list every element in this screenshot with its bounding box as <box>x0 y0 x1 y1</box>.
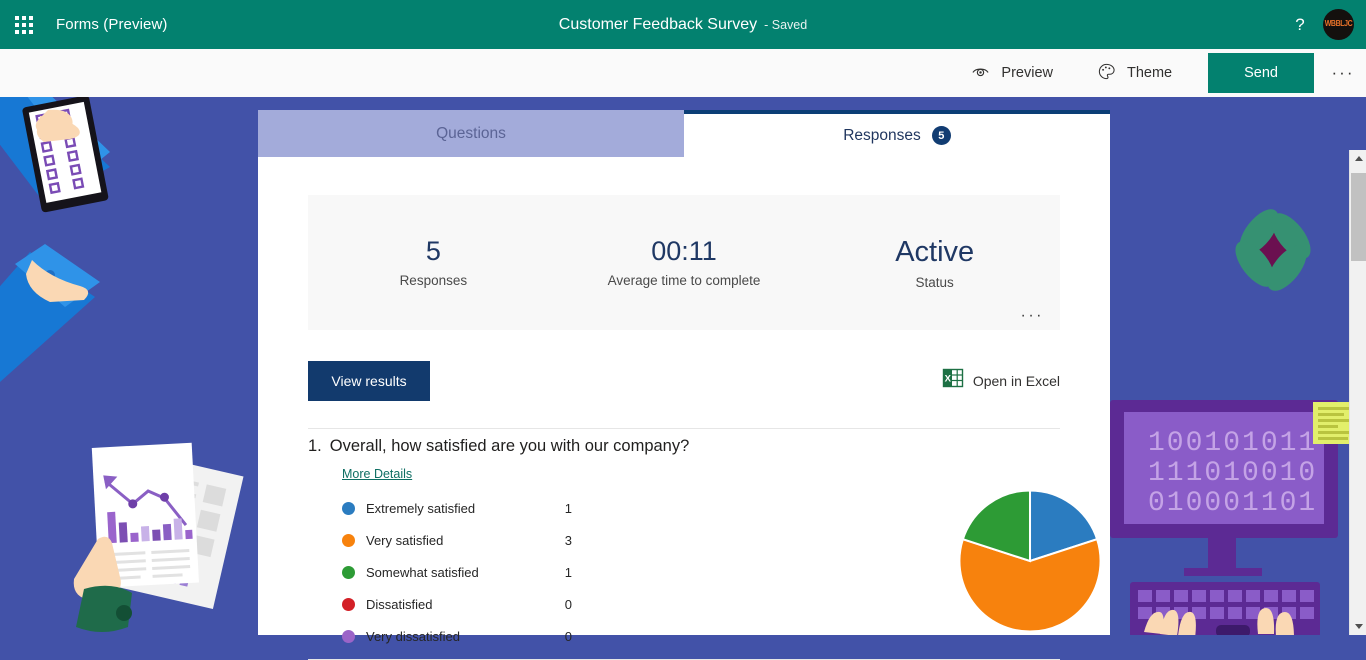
legend-label: Extremely satisfied <box>366 500 476 516</box>
more-details-link[interactable]: More Details <box>342 467 412 481</box>
legend-row: Very satisfied 3 <box>342 524 572 556</box>
legend-label: Very satisfied <box>366 532 444 548</box>
legend-color-swatch <box>342 597 355 611</box>
binary-line-2: 111010010 <box>1148 458 1317 489</box>
question-text: Overall, how satisfied are you with our … <box>329 437 690 455</box>
caret-up-icon[interactable] <box>1350 150 1366 167</box>
stat-status: Active Status <box>809 236 1060 291</box>
question-number: 1. <box>308 437 322 455</box>
legend-row: Somewhat satisfied 1 <box>342 556 572 588</box>
svg-text:X: X <box>944 373 951 384</box>
document-title-area: Customer Feedback Survey - Saved <box>0 0 1366 49</box>
document-title[interactable]: Customer Feedback Survey <box>559 16 757 34</box>
topbar-right-actions: ? WBBLJC <box>1283 0 1366 49</box>
top-app-bar: Forms (Preview) Customer Feedback Survey… <box>0 0 1366 49</box>
save-status: - Saved <box>764 17 808 32</box>
legend-count: 0 <box>564 628 572 644</box>
stats-more-options-icon[interactable]: ··· <box>1021 308 1044 324</box>
summary-stats-panel: 5 Responses 00:11 Average time to comple… <box>308 195 1060 330</box>
tab-responses[interactable]: Responses 5 <box>684 110 1110 157</box>
vertical-scrollbar[interactable] <box>1349 150 1366 635</box>
legend-color-swatch <box>342 629 355 643</box>
legend-color-swatch <box>342 501 355 515</box>
app-launcher-grid-icon[interactable] <box>0 0 48 49</box>
avatar[interactable]: WBBLJC <box>1323 9 1354 40</box>
binary-line-3: 010001101 <box>1148 488 1317 519</box>
help-icon[interactable]: ? <box>1283 8 1317 42</box>
stat-responses-value: 5 <box>425 236 441 266</box>
responses-count-badge: 5 <box>931 126 951 145</box>
open-in-excel-button[interactable]: X Open in Excel <box>942 367 1060 394</box>
legend-row: Dissatisfied 0 <box>342 588 572 620</box>
stat-responses: 5 Responses <box>308 236 559 289</box>
binary-line-1: 100101011 <box>1148 428 1317 459</box>
legend-label: Very dissatisfied <box>366 628 460 644</box>
responses-panel: 5 Responses 00:11 Average time to comple… <box>258 157 1110 660</box>
stat-responses-label: Responses <box>399 273 468 289</box>
hands-holding-tablet-checklist-illustration <box>0 97 110 382</box>
tab-questions-label: Questions <box>436 124 506 142</box>
legend-count: 3 <box>564 532 572 548</box>
divider <box>308 428 1060 429</box>
chart-legend: Extremely satisfied 1 Very satisfied 3 Somew… <box>342 492 572 652</box>
scroll-thumb[interactable] <box>1351 173 1366 261</box>
tab-responses-label: Responses <box>843 126 921 144</box>
legend-color-swatch <box>342 565 355 579</box>
potted-plant-illustration <box>1235 209 1311 291</box>
stat-average-time: 00:11 Average time to complete <box>559 236 810 289</box>
question-heading: 1. Overall, how satisfied are you with o… <box>308 437 689 456</box>
theme-label: Theme <box>1126 65 1173 81</box>
forms-content-card: Questions Responses 5 5 Responses 00:11 … <box>258 110 1110 660</box>
excel-icon: X <box>942 367 964 394</box>
tab-strip: Questions Responses 5 <box>258 110 1110 157</box>
view-results-button[interactable]: View results <box>308 361 430 401</box>
stat-average-time-value: 00:11 <box>651 236 717 266</box>
monitor-binary-code-keyboard-illustration: 100101011 111010010 010001101 <box>1110 400 1358 635</box>
pie-chart <box>958 489 1102 638</box>
command-bar: Preview Theme Send ··· <box>0 49 1366 97</box>
legend-count: 1 <box>564 564 572 580</box>
caret-down-icon[interactable] <box>1350 618 1366 635</box>
hand-holding-report-papers-illustration <box>73 442 244 632</box>
legend-count: 1 <box>564 500 572 516</box>
send-button[interactable]: Send <box>1208 53 1314 93</box>
tab-questions[interactable]: Questions <box>258 110 684 157</box>
legend-label: Somewhat satisfied <box>366 564 479 580</box>
stat-status-value: Active <box>895 236 975 268</box>
preview-button[interactable]: Preview <box>949 49 1075 97</box>
app-title: Forms (Preview) <box>56 16 168 33</box>
legend-row: Extremely satisfied 1 <box>342 492 572 524</box>
open-in-excel-label: Open in Excel <box>972 372 1060 389</box>
preview-label: Preview <box>1001 65 1053 81</box>
eye-icon <box>971 62 990 85</box>
legend-count: 0 <box>564 596 572 612</box>
legend-color-swatch <box>342 533 355 547</box>
legend-row: Very dissatisfied 0 <box>342 620 572 652</box>
stat-status-label: Status <box>915 275 954 291</box>
avatar-initials: WBBLJC <box>1324 20 1353 29</box>
stat-average-time-label: Average time to complete <box>607 273 761 289</box>
theme-button[interactable]: Theme <box>1075 49 1194 97</box>
palette-icon <box>1097 62 1116 85</box>
more-options-icon[interactable]: ··· <box>1320 49 1366 97</box>
legend-label: Dissatisfied <box>366 596 433 612</box>
